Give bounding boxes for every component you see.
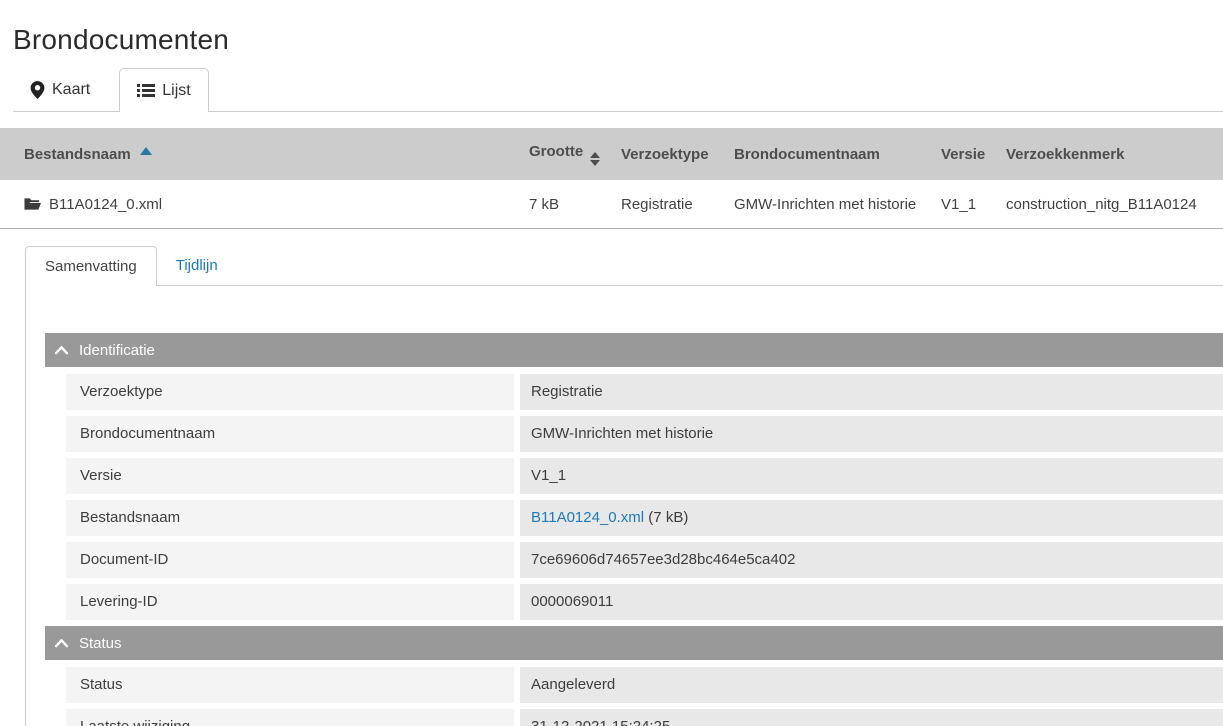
cell-bestandsnaam: B11A0124_0.xml xyxy=(0,196,529,213)
detail-row-versie: Versie V1_1 xyxy=(66,458,1223,494)
column-label-brondocumentnaam: Brondocumentnaam xyxy=(734,146,880,163)
column-header-brondocumentnaam: Brondocumentnaam xyxy=(734,146,941,163)
section-title-identificatie: Identificatie xyxy=(79,342,155,359)
column-label-grootte: Grootte xyxy=(529,143,583,160)
sort-both-icon xyxy=(590,152,600,166)
cell-verzoektype: Registratie xyxy=(621,196,734,213)
page-title: Brondocumenten xyxy=(0,0,1223,56)
column-label-versie: Versie xyxy=(941,146,985,163)
column-header-grootte[interactable]: Grootte xyxy=(529,143,621,166)
detail-value: V1_1 xyxy=(520,458,1223,494)
detail-label: Status xyxy=(66,667,514,703)
tab-kaart[interactable]: Kaart xyxy=(13,68,107,111)
chevron-up-icon xyxy=(54,345,69,355)
tab-tijdlijn-label: Tijdlijn xyxy=(176,257,218,274)
list-icon xyxy=(137,83,155,98)
detail-row-brondocumentnaam: Brondocumentnaam GMW-Inrichten met histo… xyxy=(66,416,1223,452)
cell-versie: V1_1 xyxy=(941,196,1006,213)
detail-value: B11A0124_0.xml (7 kB) xyxy=(520,500,1223,536)
tab-samenvatting-label: Samenvatting xyxy=(45,258,137,275)
detail-row-status: Status Aangeleverd xyxy=(66,667,1223,703)
view-tabs: Kaart Lijst xyxy=(13,68,1223,112)
column-label-verzoektype: Verzoektype xyxy=(621,146,709,163)
cell-bestandsnaam-text: B11A0124_0.xml xyxy=(49,196,162,213)
column-header-verzoekkenmerk: Verzoekkenmerk xyxy=(1006,146,1223,163)
detail-label: Brondocumentnaam xyxy=(66,416,514,452)
detail-value: Registratie xyxy=(520,374,1223,410)
detail-row-levering-id: Levering-ID 0000069011 xyxy=(66,584,1223,620)
table-header-row: Bestandsnaam Grootte Verzoektype Brondoc… xyxy=(0,128,1223,180)
table-row[interactable]: B11A0124_0.xml 7 kB Registratie GMW-Inri… xyxy=(0,180,1223,229)
detail-row-bestandsnaam: Bestandsnaam B11A0124_0.xml (7 kB) xyxy=(66,500,1223,536)
detail-label: Bestandsnaam xyxy=(66,500,514,536)
file-size-suffix: (7 kB) xyxy=(644,509,688,526)
column-header-verzoektype: Verzoektype xyxy=(621,146,734,163)
column-label-bestandsnaam: Bestandsnaam xyxy=(24,146,131,163)
section-title-status: Status xyxy=(79,635,122,652)
detail-row-document-id: Document-ID 7ce69606d74657ee3d28bc464e5c… xyxy=(66,542,1223,578)
detail-label: Versie xyxy=(66,458,514,494)
documents-table: Bestandsnaam Grootte Verzoektype Brondoc… xyxy=(0,128,1223,229)
column-label-verzoekkenmerk: Verzoekkenmerk xyxy=(1006,146,1124,163)
map-pin-icon xyxy=(30,81,45,99)
cell-brondocumentnaam: GMW-Inrichten met historie xyxy=(734,196,941,213)
section-header-status[interactable]: Status xyxy=(45,626,1223,660)
detail-row-verzoektype: Verzoektype Registratie xyxy=(66,374,1223,410)
section-header-identificatie[interactable]: Identificatie xyxy=(45,333,1223,367)
detail-row-laatste-wijziging: Laatste wijziging 31-12-2021 15:24:25 xyxy=(66,709,1223,726)
detail-value: GMW-Inrichten met historie xyxy=(520,416,1223,452)
tab-samenvatting[interactable]: Samenvatting xyxy=(25,246,157,286)
file-download-link[interactable]: B11A0124_0.xml xyxy=(531,509,644,526)
detail-label: Levering-ID xyxy=(66,584,514,620)
identificatie-rows: Verzoektype Registratie Brondocumentnaam… xyxy=(66,374,1223,620)
cell-verzoekkenmerk: construction_nitg_B11A0124 xyxy=(1006,196,1223,213)
detail-value: 31-12-2021 15:24:25 xyxy=(520,709,1223,726)
cell-grootte: 7 kB xyxy=(529,196,621,213)
tab-tijdlijn[interactable]: Tijdlijn xyxy=(157,245,237,285)
tab-lijst[interactable]: Lijst xyxy=(119,68,208,112)
column-header-bestandsnaam[interactable]: Bestandsnaam xyxy=(0,146,529,163)
status-rows: Status Aangeleverd Laatste wijziging 31-… xyxy=(66,667,1223,726)
detail-label: Laatste wijziging xyxy=(66,709,514,726)
detail-value: 7ce69606d74657ee3d28bc464e5ca402 xyxy=(520,542,1223,578)
folder-icon xyxy=(24,197,41,211)
detail-value: 0000069011 xyxy=(520,584,1223,620)
detail-label: Verzoektype xyxy=(66,374,514,410)
detail-label: Document-ID xyxy=(66,542,514,578)
chevron-up-icon xyxy=(54,638,69,648)
brondocumenten-page: Brondocumenten Kaart Lijst Bestandsnaam … xyxy=(0,0,1223,726)
tab-kaart-label: Kaart xyxy=(52,81,90,99)
sort-asc-icon xyxy=(140,147,152,155)
column-header-versie: Versie xyxy=(941,146,1006,163)
detail-panel: Identificatie Verzoektype Registratie Br… xyxy=(25,285,1223,726)
detail-value: Aangeleverd xyxy=(520,667,1223,703)
detail-tabs: Samenvatting Tijdlijn xyxy=(25,245,1223,285)
tab-lijst-label: Lijst xyxy=(162,82,190,100)
